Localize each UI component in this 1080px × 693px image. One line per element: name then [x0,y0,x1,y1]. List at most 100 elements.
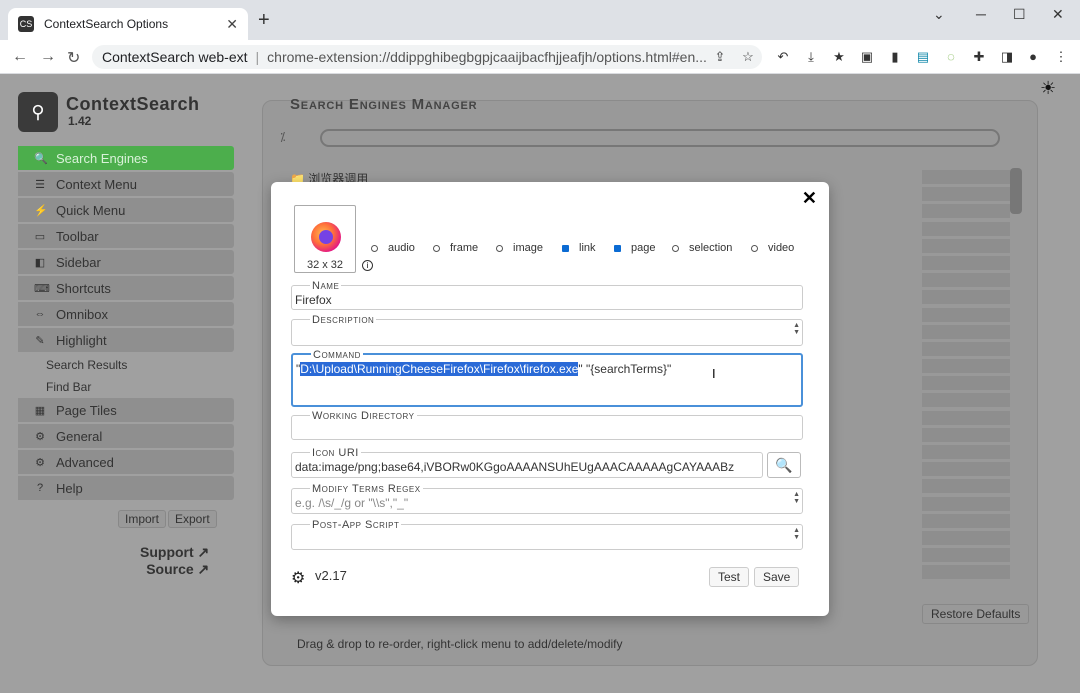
ext-shield-icon[interactable]: ▮ [887,49,903,65]
sidebar-item-general[interactable]: ⚙ General [18,424,234,448]
context-frame[interactable]: frame [433,242,478,254]
sidebar-item-sidebar[interactable]: ◧ Sidebar [18,250,234,274]
checkbox[interactable] [751,244,758,252]
sidebar-item-highlight[interactable]: ✎ Highlight [18,328,234,352]
context-page[interactable]: page [614,242,655,254]
download-icon[interactable]: ⤓ [803,49,819,65]
list-item[interactable] [922,496,1010,511]
more-menu-icon[interactable]: ⋮ [1053,49,1069,65]
sidebar-item-search-engines[interactable]: 🔍 Search Engines [18,146,234,170]
context-video[interactable]: video [751,242,794,254]
close-icon[interactable]: ✕ [802,188,817,209]
post-app-script-field[interactable]: Post-App Script ▲ ▼ [291,519,803,550]
ext-star-icon[interactable]: ★ [831,49,847,65]
checkbox-checked[interactable] [562,244,569,252]
bookmark-star-icon[interactable]: ☆ [740,49,756,65]
engines-search-input[interactable] [320,129,1000,147]
close-tab-icon[interactable]: ✕ [226,16,238,33]
ext-window-icon[interactable]: ▣ [859,49,875,65]
list-item[interactable] [922,187,1010,202]
import-button[interactable]: Import [118,510,167,528]
engine-icon-picker[interactable]: 32 x 32 [294,205,356,273]
list-item[interactable] [922,170,1010,184]
minimize-icon[interactable]: ─ [976,6,986,22]
maximize-icon[interactable]: ☐ [1013,6,1026,23]
browser-tab[interactable]: CS ContextSearch Options ✕ [8,8,248,40]
settings-gear-icon[interactable]: ⚙ [291,568,305,588]
list-item[interactable] [922,307,1010,322]
profile-avatar-icon[interactable]: ● [1025,49,1041,65]
sidebar-item-context-menu[interactable]: ☰ Context Menu [18,172,234,196]
description-field[interactable]: Description ▲ ▼ [291,314,803,346]
list-item[interactable] [922,204,1010,219]
sidebar-item-toolbar[interactable]: ▭ Toolbar [18,224,234,248]
context-link[interactable]: link [562,242,596,254]
checkbox[interactable] [496,244,503,252]
list-item[interactable] [922,376,1010,391]
list-item[interactable] [922,341,1010,356]
test-button[interactable]: Test [709,567,750,587]
close-window-icon[interactable]: ✕ [1052,6,1064,23]
checkbox[interactable] [672,244,679,252]
name-field[interactable]: Name Firefox [291,280,803,310]
list-item[interactable] [922,530,1010,545]
sidebar-item-shortcuts[interactable]: ⌨ Shortcuts [18,276,234,300]
context-image[interactable]: image [496,242,543,254]
list-item[interactable] [922,273,1010,288]
sidebar-item-help[interactable]: ? Help [18,476,234,500]
icon-search-button[interactable]: 🔍 [767,452,801,478]
tab-search-icon[interactable]: ⌄ [933,6,945,23]
list-item[interactable] [922,513,1010,528]
sidebar-subitem-find-bar[interactable]: Find Bar [18,376,234,398]
list-item[interactable] [922,462,1010,477]
list-item[interactable] [922,324,1010,339]
info-icon[interactable]: i [362,260,373,271]
list-item[interactable] [922,565,1010,580]
resize-stepper-icon[interactable]: ▲ ▼ [793,491,800,505]
list-item[interactable] [922,393,1010,408]
list-item[interactable] [922,255,1010,270]
checkbox[interactable] [433,244,440,252]
reload-icon[interactable]: ↻ [67,48,80,68]
share-icon[interactable]: ⇪ [712,49,728,65]
support-link[interactable]: Support ↗ [140,544,209,561]
list-item[interactable] [922,290,1010,305]
modify-terms-regex-field[interactable]: Modify Terms Regex e.g. /\s/_/g or "\\s"… [291,483,803,514]
export-button[interactable]: Export [168,510,217,528]
source-link[interactable]: Source ↗ [140,561,209,578]
ext-save-icon[interactable]: ▤ [915,49,931,65]
sidebar-item-page-tiles[interactable]: ▦ Page Tiles [18,398,234,422]
checkbox-checked[interactable] [614,244,621,252]
list-item[interactable] [922,359,1010,374]
forward-icon[interactable]: → [40,48,56,66]
list-item[interactable] [922,221,1010,236]
resize-stepper-icon[interactable]: ▲ ▼ [793,527,800,541]
context-selection[interactable]: selection [672,242,732,254]
list-item[interactable] [922,427,1010,442]
list-item[interactable] [922,238,1010,253]
sidebar-item-quick-menu[interactable]: ⚡ Quick Menu [18,198,234,222]
save-button[interactable]: Save [754,567,800,587]
restore-defaults-button[interactable]: Restore Defaults [922,604,1030,624]
ext-leaf-icon[interactable]: ◌ [943,49,959,65]
list-item[interactable] [922,479,1010,494]
sidebar-subitem-search-results[interactable]: Search Results [18,354,234,376]
working-directory-field[interactable]: Working Directory [291,410,803,440]
sidebar-item-omnibox[interactable]: ⇔ Omnibox [18,302,234,326]
new-tab-icon[interactable]: + [258,10,270,30]
side-panel-icon[interactable]: ◨ [999,49,1015,65]
resize-stepper-icon[interactable]: ▲ ▼ [793,322,800,336]
list-item[interactable] [922,548,1010,563]
address-bar[interactable]: ContextSearch web-ext | chrome-extension… [92,45,762,69]
back-icon[interactable]: ← [12,48,28,66]
sidebar-item-advanced[interactable]: ⚙ Advanced [18,450,234,474]
checkbox[interactable] [371,244,378,252]
list-item[interactable] [922,445,1010,459]
ext-undo-icon[interactable]: ↶ [775,49,791,65]
context-audio[interactable]: audio [371,242,415,254]
extensions-puzzle-icon[interactable]: ✚ [971,49,987,65]
command-field[interactable]: Command "D:\Upload\RunningCheeseFirefox\… [291,349,803,407]
list-item[interactable] [922,410,1010,425]
theme-toggle-icon[interactable]: ☀ [1040,78,1056,99]
icon-uri-field[interactable]: Icon URI data:image/png;base64,iVBORw0KG… [291,447,763,478]
